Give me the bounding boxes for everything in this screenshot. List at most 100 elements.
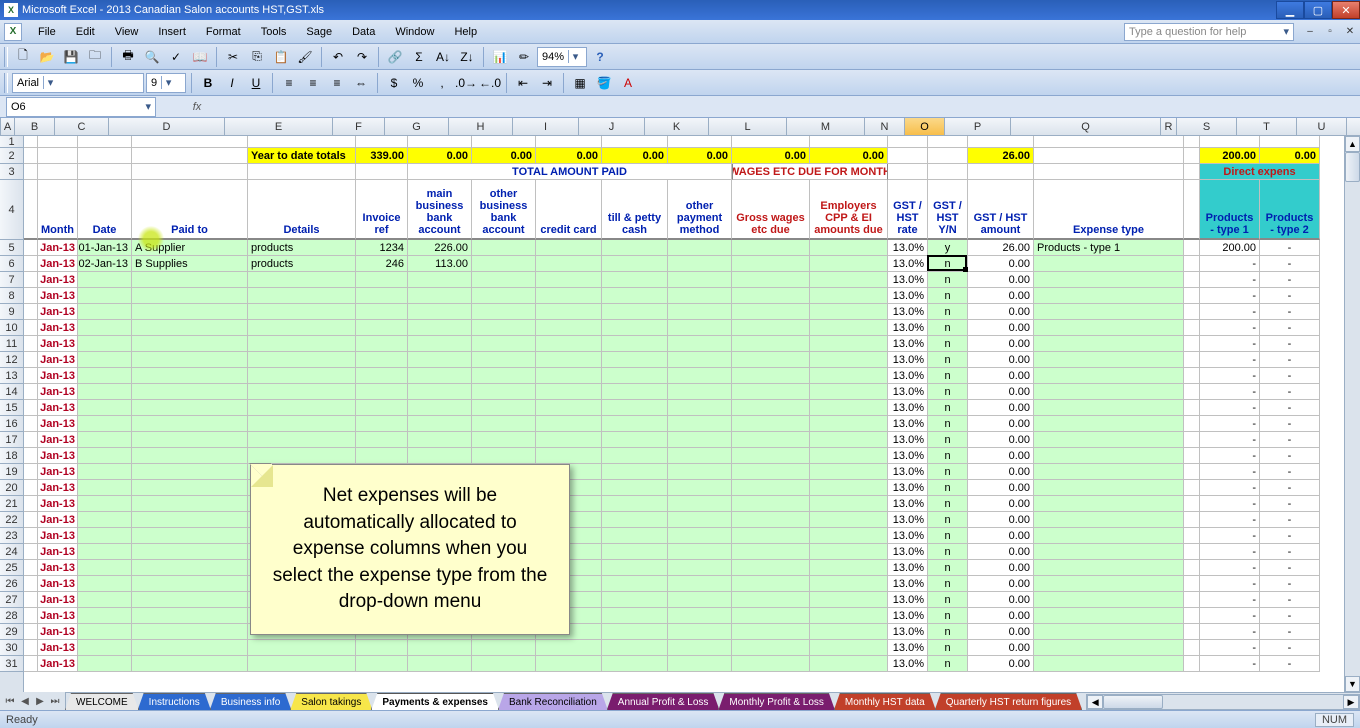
cell[interactable]: - — [1200, 416, 1260, 432]
cell[interactable] — [968, 164, 1034, 180]
cell[interactable]: - — [1260, 640, 1320, 656]
cell[interactable]: 226.00 — [408, 240, 472, 256]
row-header[interactable]: 4 — [0, 180, 23, 240]
cell[interactable] — [78, 480, 132, 496]
cell[interactable] — [732, 304, 810, 320]
cell[interactable] — [928, 164, 968, 180]
cell[interactable]: 13.0% — [888, 416, 928, 432]
spelling-icon[interactable]: ✓ — [165, 46, 187, 68]
cell[interactable] — [1184, 136, 1200, 148]
fx-icon[interactable]: fx — [186, 97, 208, 117]
cell[interactable] — [78, 368, 132, 384]
cell[interactable] — [248, 336, 356, 352]
cell[interactable]: 0.00 — [968, 304, 1034, 320]
cell[interactable] — [1034, 384, 1184, 400]
cell[interactable] — [408, 136, 472, 148]
cell[interactable]: 0.00 — [968, 352, 1034, 368]
cell[interactable]: - — [1260, 496, 1320, 512]
help-icon[interactable]: ? — [589, 46, 611, 68]
cell[interactable] — [132, 560, 248, 576]
cells-area[interactable]: Year to date totals339.000.000.000.000.0… — [24, 136, 1360, 692]
cell[interactable] — [668, 352, 732, 368]
row-header[interactable]: 23 — [0, 528, 23, 544]
row-header[interactable]: 7 — [0, 272, 23, 288]
cell[interactable]: 01-Jan-13 — [78, 240, 132, 256]
cell[interactable] — [536, 448, 602, 464]
cell[interactable]: n — [928, 544, 968, 560]
menu-sage[interactable]: Sage — [296, 23, 342, 41]
cell[interactable]: 0.00 — [968, 272, 1034, 288]
cell[interactable]: - — [1200, 352, 1260, 368]
cell[interactable]: till & petty cash — [602, 180, 668, 240]
cell[interactable] — [602, 320, 668, 336]
row-header[interactable]: 3 — [0, 164, 23, 180]
cell[interactable] — [472, 136, 536, 148]
cell[interactable]: - — [1200, 304, 1260, 320]
cell[interactable] — [1184, 384, 1200, 400]
cell[interactable] — [810, 336, 888, 352]
cell[interactable]: 0.00 — [968, 480, 1034, 496]
cell[interactable] — [24, 656, 38, 672]
paste-icon[interactable]: 📋 — [270, 46, 292, 68]
cell[interactable] — [810, 656, 888, 672]
cell[interactable] — [602, 592, 668, 608]
cell[interactable] — [668, 320, 732, 336]
cell[interactable]: Gross wages etc due — [732, 180, 810, 240]
cell[interactable]: 13.0% — [888, 432, 928, 448]
cell[interactable] — [668, 480, 732, 496]
cell[interactable]: - — [1200, 656, 1260, 672]
cell[interactable] — [888, 148, 928, 164]
tab-last-icon[interactable]: ⏭ — [49, 696, 61, 707]
cell[interactable] — [602, 304, 668, 320]
cell[interactable] — [668, 304, 732, 320]
cell[interactable]: GST / HST amount — [968, 180, 1034, 240]
cell[interactable]: - — [1260, 240, 1320, 256]
cell[interactable] — [1034, 320, 1184, 336]
research-icon[interactable]: 📖 — [189, 46, 211, 68]
cell[interactable]: - — [1260, 512, 1320, 528]
cell[interactable] — [132, 640, 248, 656]
cell[interactable] — [24, 352, 38, 368]
cell[interactable]: Jan-13 — [38, 448, 78, 464]
scroll-up-icon[interactable]: ▲ — [1345, 136, 1360, 152]
cell[interactable]: 0.00 — [968, 576, 1034, 592]
cell[interactable]: Jan-13 — [38, 336, 78, 352]
new-icon[interactable]: 🗋 — [12, 46, 34, 68]
cell[interactable] — [602, 416, 668, 432]
cell[interactable] — [602, 288, 668, 304]
cell[interactable]: - — [1260, 608, 1320, 624]
cell[interactable] — [668, 656, 732, 672]
cell[interactable]: Jan-13 — [38, 464, 78, 480]
cell[interactable]: 0.00 — [968, 464, 1034, 480]
row-header[interactable]: 6 — [0, 256, 23, 272]
cell[interactable] — [1184, 640, 1200, 656]
cell[interactable] — [888, 164, 928, 180]
cell[interactable] — [668, 400, 732, 416]
column-header[interactable]: Q — [1011, 118, 1161, 135]
row-header[interactable]: 26 — [0, 576, 23, 592]
cell[interactable] — [732, 560, 810, 576]
cell[interactable] — [408, 416, 472, 432]
cell[interactable] — [24, 384, 38, 400]
cell[interactable]: - — [1260, 368, 1320, 384]
cell[interactable]: Invoice ref — [356, 180, 408, 240]
cell[interactable] — [78, 432, 132, 448]
cell[interactable]: 0.00 — [968, 512, 1034, 528]
cell[interactable] — [888, 136, 928, 148]
cell[interactable]: n — [928, 352, 968, 368]
cell[interactable] — [810, 304, 888, 320]
cell[interactable]: Jan-13 — [38, 496, 78, 512]
cell[interactable] — [132, 544, 248, 560]
cell[interactable]: 13.0% — [888, 496, 928, 512]
cell[interactable] — [810, 320, 888, 336]
cell[interactable] — [732, 576, 810, 592]
cell[interactable] — [356, 656, 408, 672]
cell[interactable]: main business bank account — [408, 180, 472, 240]
cell[interactable] — [408, 272, 472, 288]
cell[interactable]: Jan-13 — [38, 320, 78, 336]
cell[interactable]: 13.0% — [888, 512, 928, 528]
sheet-tab[interactable]: Instructions — [138, 693, 211, 710]
cell[interactable] — [24, 480, 38, 496]
cell[interactable] — [1034, 432, 1184, 448]
cell[interactable] — [248, 640, 356, 656]
